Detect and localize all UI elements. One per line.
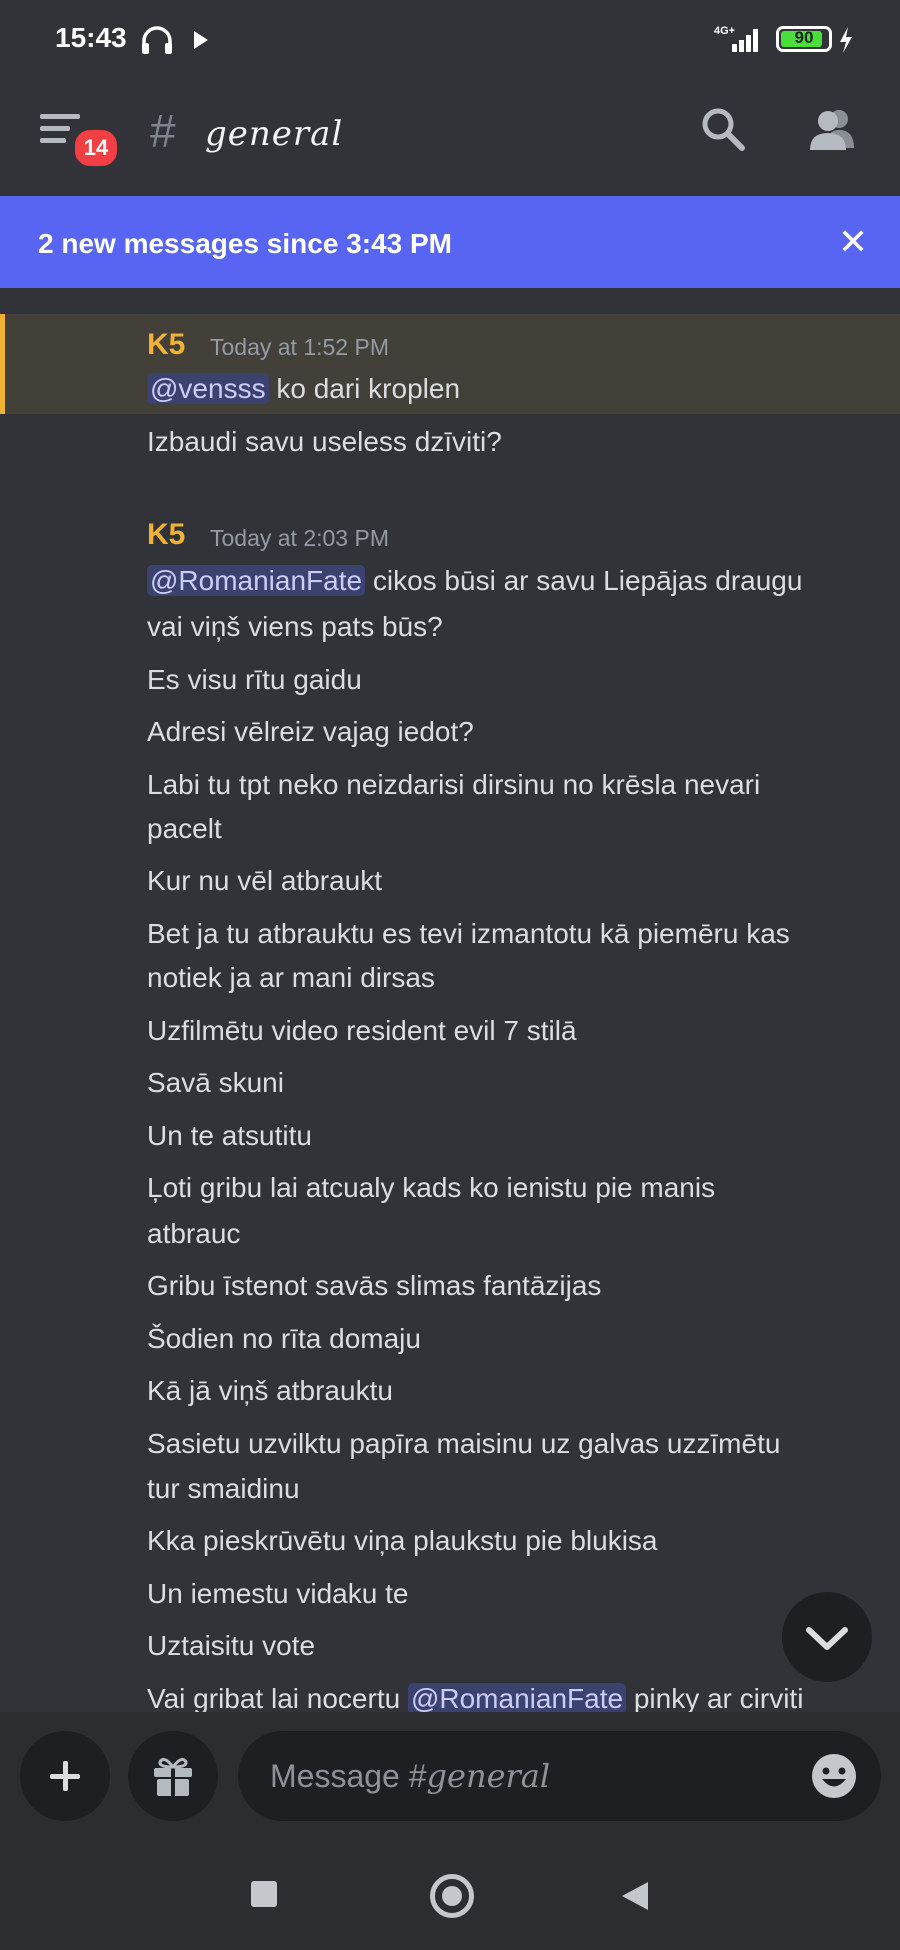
user-mention[interactable]: @RomanianFate: [407, 1683, 627, 1714]
chevron-down-icon: [806, 1627, 848, 1650]
smiley-icon: [812, 1754, 856, 1798]
message-placeholder: Message #general: [270, 1757, 550, 1795]
message-line: tur smaidinu: [147, 1473, 300, 1504]
user-mention[interactable]: @vensss: [147, 373, 269, 404]
message-line: atbrauc: [147, 1218, 241, 1249]
message-timestamp: Today at 2:03 PM: [210, 525, 389, 551]
message-timestamp: Today at 1:52 PM: [210, 334, 389, 360]
search-button[interactable]: [700, 106, 746, 157]
message-line: Adresi vēlreiz vajag iedot?: [147, 716, 474, 747]
message-line: Šodien no rīta domaju: [147, 1323, 421, 1354]
network-label: 4G+: [714, 25, 735, 37]
message-line: Kka pieskrūvētu viņa plaukstu pie blukis…: [147, 1525, 658, 1556]
placeholder-prefix: Message #: [270, 1758, 427, 1794]
message-line: pacelt: [147, 813, 222, 844]
close-icon[interactable]: ✕: [838, 224, 868, 260]
message-line: Vai gribat lai nocertu @RomanianFate pin…: [147, 1683, 803, 1715]
message-line: Savā skuni: [147, 1067, 284, 1098]
message-line: Izbaudi savu useless dzīviti?: [147, 426, 502, 457]
message-author[interactable]: K5: [147, 328, 185, 362]
status-bar: [0, 0, 900, 80]
scroll-to-bottom-button[interactable]: [782, 1592, 872, 1682]
headphones-icon: [140, 24, 174, 61]
gift-icon: [154, 1757, 192, 1796]
members-icon: [810, 110, 854, 150]
back-button[interactable]: [620, 1880, 650, 1917]
message-line: Gribu īstenot savās slimas fantāzijas: [147, 1270, 602, 1301]
search-icon: [702, 108, 745, 151]
user-mention[interactable]: @RomanianFate: [147, 565, 366, 596]
mention-bar: [0, 314, 5, 414]
plus-icon: [50, 1761, 80, 1791]
battery-level-text: 90: [794, 28, 814, 47]
gift-button[interactable]: [128, 1731, 218, 1821]
status-time: 15:43: [55, 22, 127, 53]
add-attachment-button[interactable]: [20, 1731, 110, 1821]
members-button[interactable]: [808, 108, 858, 157]
message-line: Bet ja tu atbrauktu es tevi izmantotu kā…: [147, 918, 790, 949]
message-line: Uztaisitu vote: [147, 1630, 316, 1661]
message-line: @RomanianFate cikos būsi ar savu Liepāja…: [147, 565, 802, 597]
message-line: Kā jā viņš atbrauktu: [147, 1375, 393, 1406]
message-text: Vai gribat lai nocertu: [147, 1683, 408, 1714]
message-line: Un iemestu vidaku te: [147, 1578, 409, 1609]
play-icon: [192, 30, 210, 55]
message-line: Kur nu vēl atbraukt: [147, 865, 383, 896]
message-text: ko dari kroplen: [268, 373, 461, 404]
home-dot: [442, 1886, 462, 1906]
message-text: cikos būsi ar savu Liepājas draugu: [365, 565, 803, 596]
bolt-icon: [838, 26, 854, 59]
message-line: Labi tu tpt neko neizdarisi dirsinu no k…: [147, 769, 761, 800]
placeholder-channel: general: [426, 1757, 551, 1795]
message-line: notiek ja ar mani dirsas: [147, 962, 435, 993]
message-line: vai viņš viens pats būs?: [147, 611, 443, 642]
message-line: Uzfilmētu video resident evil 7 stilā: [147, 1015, 577, 1046]
channel-header: [0, 80, 900, 196]
recent-apps-button[interactable]: [251, 1881, 277, 1907]
channel-title: general: [205, 114, 344, 154]
message-line: Es visu rītu gaidu: [147, 664, 362, 695]
hash-icon: #: [150, 105, 176, 157]
message-line: Sasietu uzvilktu papīra maisinu uz galva…: [147, 1428, 781, 1459]
message-line: Un te atsutitu: [147, 1120, 312, 1151]
home-button[interactable]: [430, 1874, 474, 1918]
message-line: @vensss ko dari kroplen: [147, 373, 460, 405]
message-text: pinky ar cirviti: [626, 1683, 804, 1714]
battery-icon: 90: [776, 26, 832, 52]
message-author[interactable]: K5: [147, 518, 185, 552]
signal-icon: 4G+: [712, 24, 764, 59]
emoji-button[interactable]: [810, 1752, 858, 1805]
new-messages-text: 2 new messages since 3:43 PM: [38, 228, 452, 259]
notification-badge: 14: [72, 127, 120, 169]
message-line: Ļoti gribu lai atcualy kads ko ienistu p…: [147, 1172, 716, 1203]
back-triangle-icon: [622, 1882, 648, 1910]
